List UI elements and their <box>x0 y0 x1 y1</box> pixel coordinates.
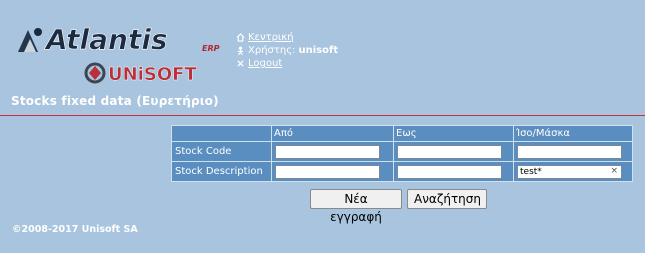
erp-logo-text: ERP <box>202 44 220 53</box>
home-row: Κεντρική <box>236 31 338 44</box>
logout-x-icon <box>237 60 244 67</box>
atlantis-erp-logo: Atlantis ERP <box>18 23 220 56</box>
home-link[interactable]: Κεντρική <box>248 31 294 44</box>
new-record-button[interactable]: Νέα εγγραφή <box>310 189 402 224</box>
logout-link[interactable]: Logout <box>248 57 282 70</box>
unisoft-logo: UNiSOFT <box>84 62 198 85</box>
stock-description-mask-input[interactable] <box>517 164 622 179</box>
header-to: Εως <box>393 125 514 142</box>
stock-description-to-input[interactable] <box>397 164 502 179</box>
stock-description-from-input[interactable] <box>275 164 380 179</box>
atlantis-logo-text: Atlantis <box>44 23 168 56</box>
stock-code-mask-input[interactable] <box>517 144 622 159</box>
clear-icon[interactable]: × <box>610 166 618 176</box>
table-row: Stock Description × <box>171 161 633 182</box>
stock-description-mask-wrapper: × <box>517 164 622 179</box>
row-label-stock-code: Stock Code <box>171 141 272 162</box>
user-name: unisoft <box>298 45 339 56</box>
filter-table: Από Εως Ίσο/Μάσκα Stock Code Stock Descr… <box>171 125 633 182</box>
stock-code-to-input[interactable] <box>397 144 502 159</box>
table-row: Stock Code <box>171 141 633 162</box>
logout-row: Logout <box>236 57 338 70</box>
header-empty-cell <box>171 125 272 142</box>
table-header-row: Από Εως Ίσο/Μάσκα <box>171 125 633 142</box>
unisoft-logo-text: UNiSOFT <box>108 64 197 85</box>
user-menu: Κεντρική Χρήστης: unisoft Logout <box>236 31 338 70</box>
stock-code-from-input[interactable] <box>275 144 380 159</box>
search-button[interactable]: Αναζήτηση <box>407 189 487 209</box>
title-divider <box>0 115 645 116</box>
header-mask: Ίσο/Μάσκα <box>513 125 633 142</box>
row-label-stock-description: Stock Description <box>171 161 272 182</box>
home-icon <box>236 33 245 42</box>
header-from: Από <box>271 125 394 142</box>
user-icon <box>237 46 244 55</box>
page-title: Stocks fixed data (Ευρετήριο) <box>11 94 219 108</box>
user-row: Χρήστης: unisoft <box>236 44 338 57</box>
user-label: Χρήστης: <box>248 45 296 56</box>
copyright-footer: ©2008-2017 Unisoft SA <box>12 224 138 235</box>
